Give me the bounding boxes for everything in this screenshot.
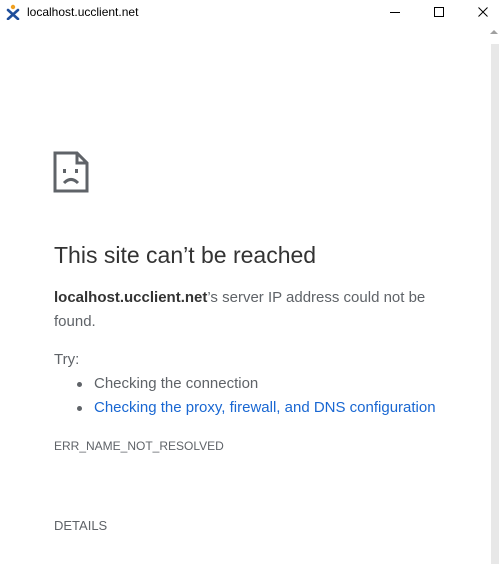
minimize-button[interactable] <box>380 0 410 24</box>
try-label: Try: <box>54 351 80 368</box>
browser-window: localhost.ucclient.net This site can’t b… <box>0 0 502 565</box>
suggestion-text: Checking the connection <box>94 375 259 392</box>
suggestion-item: Checking the proxy, firewall, and DNS co… <box>54 396 436 420</box>
suggestion-list: Checking the connection Checking the pro… <box>54 372 436 420</box>
error-description: localhost.ucclient.net’s server IP addre… <box>54 286 454 334</box>
vertical-scrollbar[interactable] <box>488 26 502 565</box>
maximize-button[interactable] <box>424 0 454 24</box>
bullet-icon <box>77 382 82 387</box>
minimize-icon <box>390 12 400 13</box>
details-button[interactable]: DETAILS <box>54 517 107 535</box>
bullet-icon <box>77 406 82 411</box>
error-host: localhost.ucclient.net <box>54 289 208 306</box>
close-button[interactable] <box>468 0 498 24</box>
suggestion-item: Checking the connection <box>54 372 436 396</box>
x-logo-icon <box>6 4 20 20</box>
proxy-dns-config-link[interactable]: Checking the proxy, firewall, and DNS co… <box>94 399 436 416</box>
sad-page-icon <box>53 151 89 193</box>
scroll-up-arrow-icon[interactable] <box>490 30 498 34</box>
error-code: ERR_NAME_NOT_RESOLVED <box>54 439 224 453</box>
error-headline: This site can’t be reached <box>54 242 317 268</box>
maximize-icon <box>434 7 444 17</box>
scroll-thumb[interactable] <box>491 44 499 564</box>
window-title: localhost.ucclient.net <box>27 5 139 19</box>
close-icon <box>478 7 488 17</box>
title-bar[interactable]: localhost.ucclient.net <box>0 0 502 24</box>
